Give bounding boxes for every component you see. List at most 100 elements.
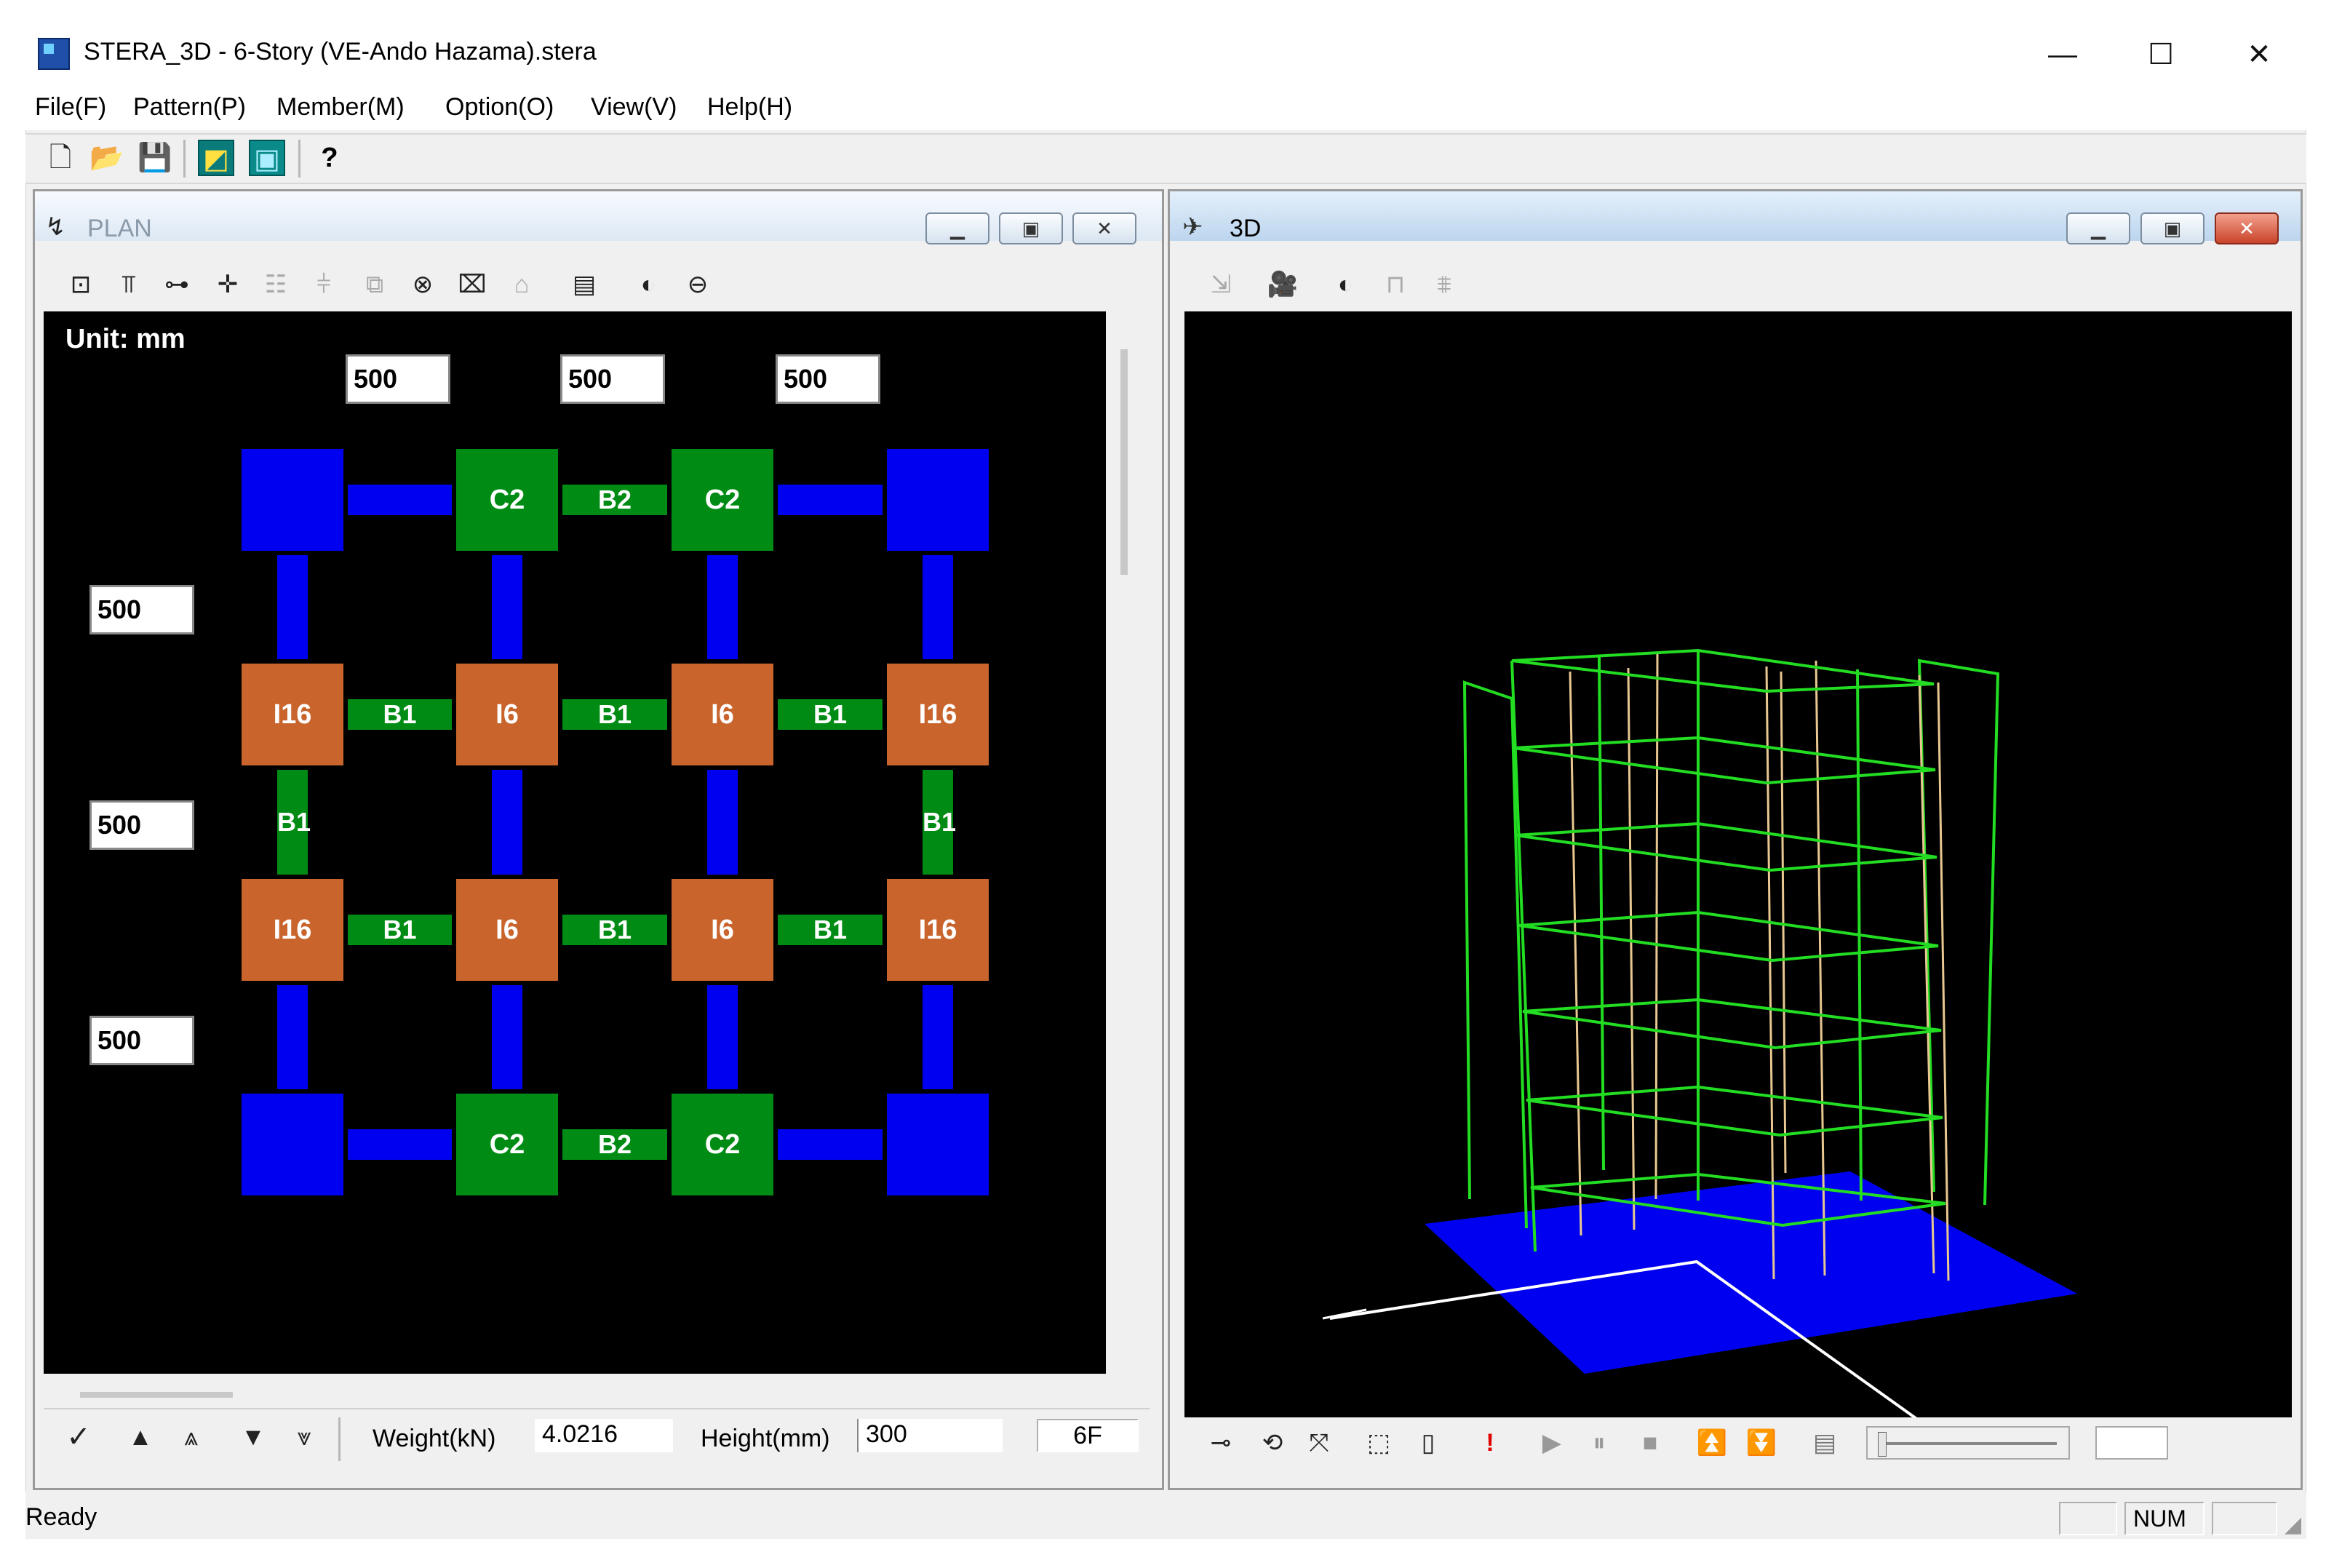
weight-value[interactable]: 4.0216 bbox=[535, 1419, 673, 1452]
menu-file[interactable]: File(F) bbox=[35, 93, 106, 122]
beam-member[interactable]: B1 bbox=[348, 915, 452, 945]
floor-up-icon[interactable]: ▲ bbox=[124, 1420, 157, 1454]
column-member[interactable]: I6 bbox=[672, 664, 773, 765]
floor-down-icon[interactable]: ▼ bbox=[236, 1420, 270, 1454]
beam-member[interactable]: B1 bbox=[562, 915, 667, 945]
maximize-button[interactable]: ☐ bbox=[2121, 29, 2201, 80]
contrast-tool-icon[interactable]: ◐ bbox=[632, 268, 665, 301]
brace-tool-icon[interactable]: ⫩ bbox=[307, 268, 340, 301]
beam-member[interactable] bbox=[492, 770, 522, 875]
span-x-input[interactable]: 500 bbox=[560, 354, 665, 404]
beam-member[interactable] bbox=[492, 555, 522, 659]
table-tool-icon[interactable]: ▤ bbox=[567, 268, 601, 301]
speed-up-icon[interactable]: ⏫ bbox=[1695, 1426, 1729, 1460]
fit-icon[interactable]: ⤧ bbox=[1302, 1426, 1336, 1460]
floor-indicator[interactable]: 6F bbox=[1037, 1419, 1139, 1452]
beam-member[interactable] bbox=[492, 985, 522, 1089]
camera-icon[interactable]: 🎥 bbox=[1266, 268, 1299, 301]
height-value[interactable]: 300 bbox=[857, 1419, 1003, 1452]
plan-close-button[interactable]: ✕ bbox=[1072, 212, 1136, 244]
column-member[interactable] bbox=[887, 449, 989, 551]
close-button[interactable]: ✕ bbox=[2219, 29, 2299, 80]
span-y-input[interactable]: 500 bbox=[89, 585, 194, 634]
help-icon[interactable]: ? bbox=[311, 140, 348, 176]
wall-tool-icon[interactable]: ☷ bbox=[259, 268, 292, 301]
column-member[interactable]: I16 bbox=[887, 879, 989, 981]
direction-icon[interactable]: ⊸ bbox=[1204, 1426, 1238, 1460]
span-y-input[interactable]: 500 bbox=[89, 1016, 194, 1065]
beam-member[interactable] bbox=[277, 985, 308, 1089]
speed-down-icon[interactable]: ⏬ bbox=[1745, 1426, 1778, 1460]
column-member[interactable]: I6 bbox=[456, 664, 558, 765]
beam-member[interactable] bbox=[348, 485, 452, 515]
3d-view-icon[interactable]: ▣ bbox=[249, 140, 285, 176]
pause-icon[interactable]: ⏸ bbox=[1582, 1426, 1616, 1460]
isolator-tool-icon[interactable]: ⌧ bbox=[455, 268, 489, 301]
beam-member[interactable] bbox=[707, 985, 738, 1089]
save-icon[interactable]: 💾 bbox=[137, 140, 173, 176]
section-tool-icon[interactable]: ⊖ bbox=[681, 268, 714, 301]
story-view-icon[interactable]: ⩨ bbox=[1427, 268, 1461, 301]
column-member[interactable]: I16 bbox=[242, 664, 343, 765]
new-file-icon[interactable]: 🗋 bbox=[42, 140, 79, 176]
menu-help[interactable]: Help(H) bbox=[707, 93, 792, 122]
iso-view-icon[interactable]: ⬚ bbox=[1362, 1426, 1395, 1460]
column-member[interactable]: C2 bbox=[672, 1094, 773, 1195]
beam-member[interactable] bbox=[778, 485, 883, 515]
stop-icon[interactable]: ■ bbox=[1633, 1426, 1667, 1460]
damper-tool-icon[interactable]: ⊗ bbox=[406, 268, 439, 301]
rotate-icon[interactable]: ⟲ bbox=[1256, 1426, 1289, 1460]
plan-view-icon[interactable]: ◩ bbox=[198, 140, 234, 176]
beam-member[interactable]: B1 bbox=[348, 699, 452, 730]
beam-member[interactable]: B1 bbox=[277, 770, 311, 875]
3d-canvas[interactable] bbox=[1184, 311, 2292, 1441]
span-x-input[interactable]: 500 bbox=[346, 354, 450, 404]
column-member[interactable]: C2 bbox=[456, 1094, 558, 1195]
column-member[interactable]: C2 bbox=[456, 449, 558, 551]
roof-tool-icon[interactable]: ⌂ bbox=[505, 268, 538, 301]
column-member[interactable]: I6 bbox=[672, 879, 773, 981]
check-icon[interactable]: ✓ bbox=[62, 1420, 95, 1454]
plan-horizontal-scrollbar[interactable] bbox=[44, 1375, 1150, 1404]
floor-top-icon[interactable]: ⩓ bbox=[175, 1420, 208, 1454]
beam-member[interactable]: B1 bbox=[923, 770, 956, 875]
column-member[interactable]: I6 bbox=[456, 879, 558, 981]
plan-hscroll-thumb[interactable] bbox=[80, 1392, 233, 1398]
plan-vertical-scrollbar[interactable] bbox=[1106, 311, 1150, 1374]
menu-member[interactable]: Member(M) bbox=[276, 93, 405, 122]
span-y-input[interactable]: 500 bbox=[89, 800, 194, 850]
column-member[interactable]: I16 bbox=[242, 879, 343, 981]
3d-close-button[interactable]: ✕ bbox=[2215, 212, 2279, 244]
beam-member[interactable] bbox=[707, 770, 738, 875]
3d-minimize-button[interactable]: ▁ bbox=[2066, 212, 2130, 244]
beam-member[interactable]: B1 bbox=[778, 699, 883, 730]
beam-member[interactable] bbox=[923, 985, 953, 1089]
3d-restore-button[interactable]: ▣ bbox=[2140, 212, 2204, 244]
menu-pattern[interactable]: Pattern(P) bbox=[133, 93, 246, 122]
plan-scroll-thumb[interactable] bbox=[1120, 349, 1128, 575]
minimize-button[interactable]: — bbox=[2023, 29, 2103, 80]
play-icon[interactable]: ▶ bbox=[1535, 1426, 1569, 1460]
frame-view-icon[interactable]: ⊓ bbox=[1379, 268, 1412, 301]
beam-member[interactable]: B2 bbox=[562, 485, 667, 515]
open-folder-icon[interactable]: 📂 bbox=[89, 140, 125, 176]
beam-member[interactable] bbox=[923, 555, 953, 659]
menu-view[interactable]: View(V) bbox=[591, 93, 677, 122]
beam-member[interactable] bbox=[277, 555, 308, 659]
menu-option[interactable]: Option(O) bbox=[445, 93, 554, 122]
beam-member[interactable] bbox=[348, 1129, 452, 1160]
column-member[interactable]: C2 bbox=[672, 449, 773, 551]
beam-tool-icon[interactable]: ⊶ bbox=[160, 268, 194, 301]
beam-member[interactable]: B1 bbox=[778, 915, 883, 945]
elevation-view-icon[interactable]: ▯ bbox=[1411, 1426, 1445, 1460]
span-x-input[interactable]: 500 bbox=[776, 354, 880, 404]
plan-minimize-button[interactable]: ▁ bbox=[925, 212, 989, 244]
slab-tool-icon[interactable]: ⧉ bbox=[358, 268, 391, 301]
column-member[interactable] bbox=[242, 449, 343, 551]
column-member[interactable] bbox=[242, 1094, 343, 1195]
list-icon[interactable]: ▤ bbox=[1808, 1426, 1841, 1460]
node-tool-icon[interactable]: ✛ bbox=[211, 268, 244, 301]
plan-restore-button[interactable]: ▣ bbox=[999, 212, 1063, 244]
export-icon[interactable]: ⇲ bbox=[1204, 268, 1238, 301]
alert-icon[interactable]: ! bbox=[1473, 1426, 1507, 1460]
